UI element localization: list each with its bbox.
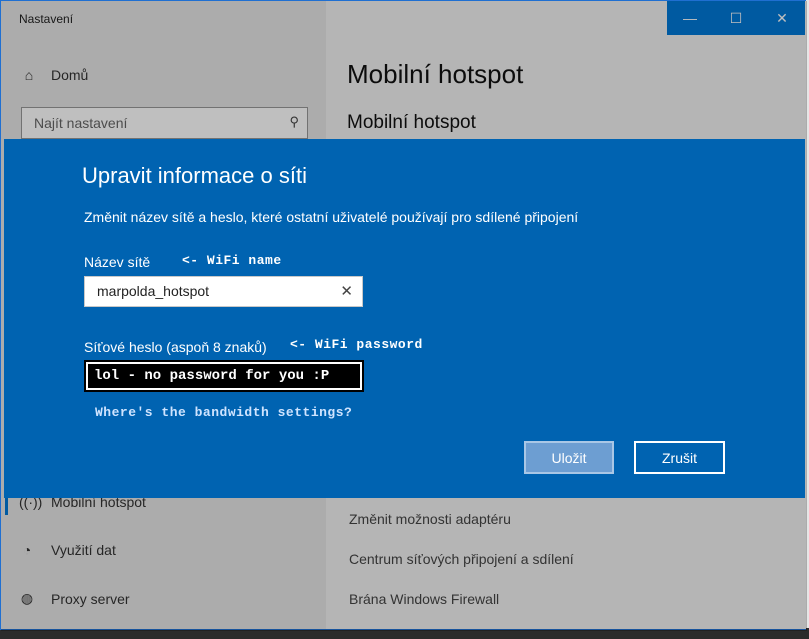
dialog-title: Upravit informace o síti <box>82 163 307 188</box>
wifi-name-annotation: <- WiFi name <box>182 253 282 268</box>
save-button[interactable]: Uložit <box>524 441 614 474</box>
network-name-value: marpolda_hotspot <box>97 283 210 299</box>
bandwidth-note: Where's the bandwidth settings? <box>95 405 353 420</box>
cancel-button[interactable]: Zrušit <box>634 441 725 474</box>
network-name-label: Název sítě <box>84 254 151 270</box>
edit-network-dialog: Upravit informace o síti Změnit název sí… <box>4 139 805 498</box>
dialog-description: Změnit název sítě a heslo, které ostatní… <box>84 209 579 225</box>
password-input[interactable]: lol - no password for you :P <box>86 362 362 390</box>
wifi-password-annotation: <- WiFi password <box>290 337 423 352</box>
screen: ⌂ Domů Najít nastavení ⚲ ((·)) Mobilní h… <box>0 0 809 639</box>
clear-icon[interactable]: ✕ <box>340 282 353 300</box>
password-label: Síťové heslo (aspoň 8 znaků) <box>84 339 267 355</box>
network-name-input[interactable]: marpolda_hotspot ✕ <box>84 276 363 307</box>
